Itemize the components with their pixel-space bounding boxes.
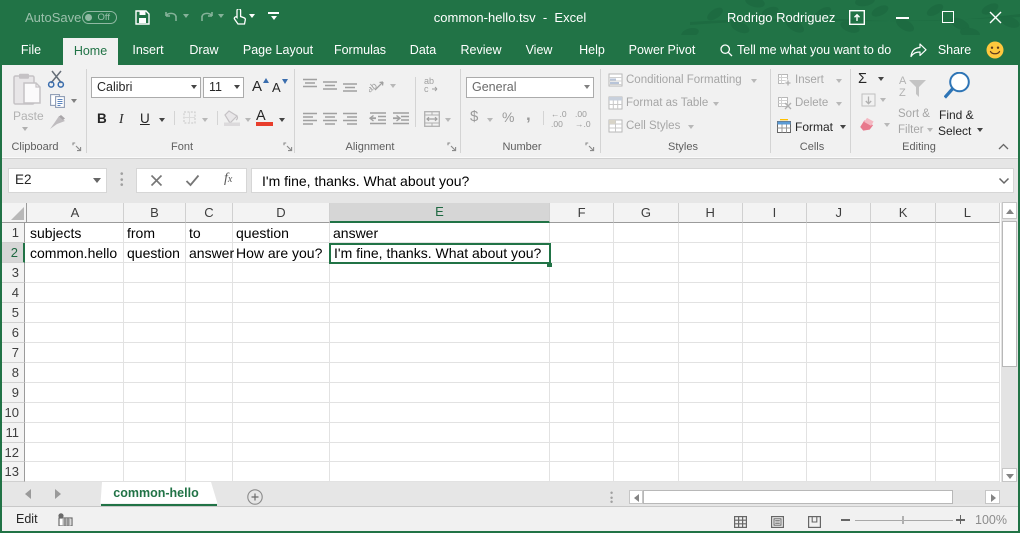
svg-text:c: c [424,84,429,94]
svg-text:Z: Z [899,87,906,99]
svg-text:ab: ab [369,80,379,93]
svg-text:A: A [899,75,907,87]
